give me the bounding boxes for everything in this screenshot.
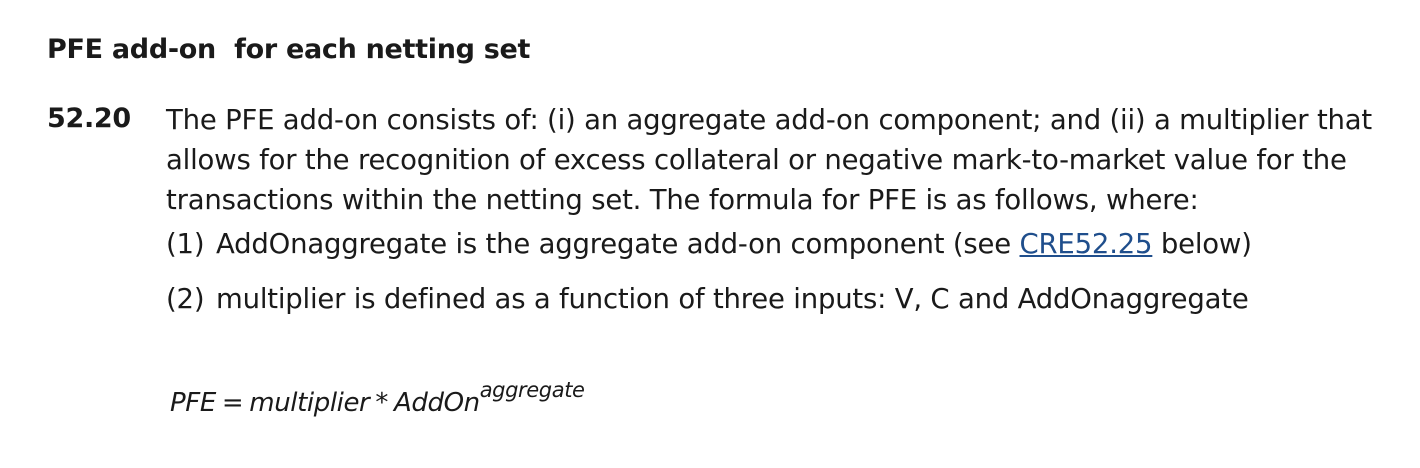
list-item-text-after: below) <box>1152 228 1252 260</box>
pfe-formula: PFE = multiplier * AddOnaggregate <box>170 380 585 418</box>
formula-lhs: PFE <box>170 388 216 418</box>
cre52-25-link[interactable]: CRE52.25 <box>1020 228 1153 260</box>
paragraph-line-3: transactions within the netting set. The… <box>166 184 1199 216</box>
list-item-text: AddOnaggregate is the aggregate add-on c… <box>216 228 1020 260</box>
section-heading: PFE add-on for each netting set <box>47 34 531 65</box>
paragraph-line-1: The PFE add-on consists of: (i) an aggre… <box>166 104 1373 136</box>
formula-superscript: aggregate <box>479 378 585 403</box>
list-item-addon: (1) AddOnaggregate is the aggregate add-o… <box>166 228 1252 260</box>
formula-equals: = <box>221 388 244 418</box>
paragraph-body: The PFE add-on consists of: (i) an aggre… <box>166 100 1396 220</box>
list-item-text: multiplier is defined as a function of t… <box>216 283 1249 315</box>
document-page: PFE add-on for each netting set 52.20 Th… <box>0 0 1420 468</box>
formula-times: * <box>375 388 388 418</box>
formula-multiplier: multiplier <box>249 388 370 418</box>
formula-addon: AddOn <box>393 388 480 418</box>
list-item-multiplier: (2) multiplier is defined as a function o… <box>166 283 1249 315</box>
list-marker: (1) <box>166 228 205 260</box>
paragraph-line-2: allows for the recognition of excess col… <box>166 144 1347 176</box>
paragraph-number: 52.20 <box>47 103 131 134</box>
list-marker: (2) <box>166 283 205 315</box>
